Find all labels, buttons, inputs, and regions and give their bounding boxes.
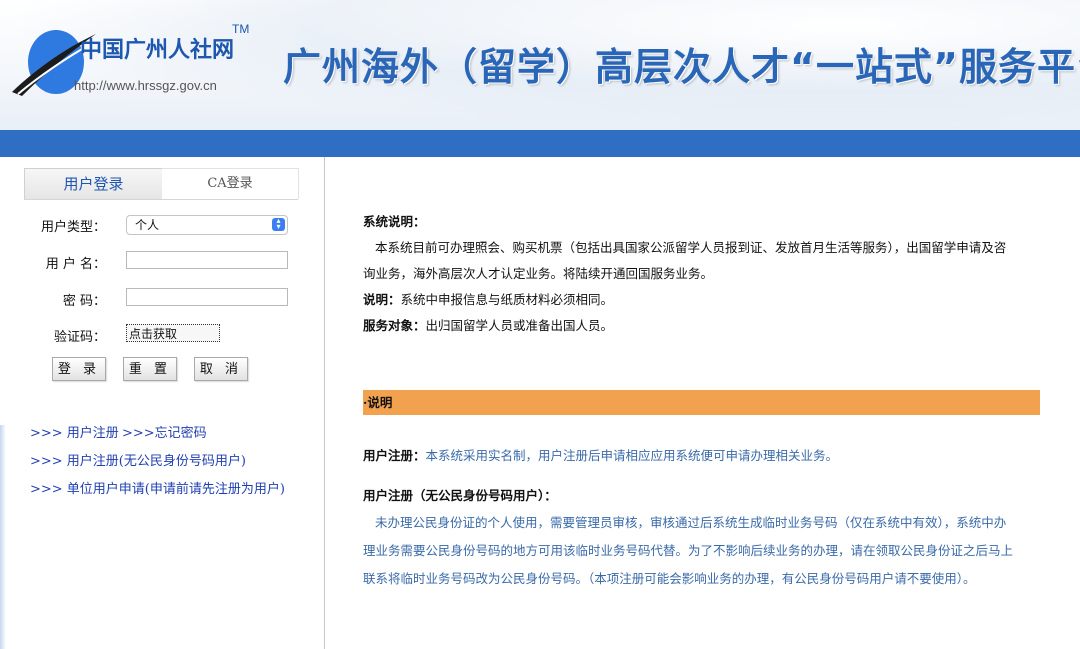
site-title: 广州海外（留学）高层次人才“一站式”服务平台 xyxy=(283,45,1080,89)
username-input[interactable] xyxy=(126,251,288,269)
section-bar: ·说明 xyxy=(363,390,1040,415)
register-note-text: 本系统采用实名制，用户注册后申请相应应用系统便可申请办理相关业务。 xyxy=(425,448,839,463)
cancel-button[interactable]: 取 消 xyxy=(194,357,248,381)
password-label: 密 码： xyxy=(62,294,106,309)
logo-url: http://www.hrssgz.gov.cn xyxy=(74,78,217,93)
target-label: 服务对象： xyxy=(363,318,426,333)
login-button[interactable]: 登 录 xyxy=(52,357,106,381)
logo-text: 中国广州人社网 xyxy=(80,38,235,63)
login-tabs: 用户登录 CA登录 xyxy=(24,168,299,200)
tab-user-login[interactable]: 用户登录 xyxy=(24,168,163,199)
system-description-line1: 本系统目前可办理照会、购买机票（包括出具国家公派留学人员报到证、发放首月生活等服… xyxy=(375,240,1007,255)
user-type-label: 用户类型： xyxy=(40,220,106,235)
note-text: 系统中申报信息与纸质材料必须相同。 xyxy=(400,292,614,307)
system-heading: 系统说明： xyxy=(363,214,426,229)
decorative-stripe xyxy=(0,425,6,649)
site-header: 中国广州人社网 TM http://www.hrssgz.gov.cn 广州海外… xyxy=(0,0,1080,130)
note-label: 说明： xyxy=(363,292,401,307)
unit-apply-link[interactable]: >>> 单位用户申请(申请前请先注册为用户) xyxy=(30,478,285,497)
nav-band xyxy=(0,130,1080,157)
user-type-select[interactable]: 个人 ▴ ▾ xyxy=(126,215,288,235)
tab-ca-login[interactable]: CA登录 xyxy=(162,168,299,199)
register-no-id-line2: 理业务需要公民身份号码的地方可用该临时业务号码代替。为了不影响后续业务的办理，请… xyxy=(363,543,1014,558)
forgot-password-link[interactable]: >>>忘记密码 xyxy=(122,422,207,441)
password-input[interactable] xyxy=(126,288,288,306)
note-line: 说明：系统中申报信息与纸质材料必须相同。 xyxy=(363,287,613,313)
target-line: 服务对象：出归国留学人员或准备出国人员。 xyxy=(363,313,613,339)
register-note-label: 用户注册： xyxy=(363,448,426,463)
register-no-id-line3: 联系将临时业务号码改为公民身份号码。（本项注册可能会影响业务的办理，有公民身份号… xyxy=(363,571,976,586)
register-no-id-heading: 用户注册（无公民身份号码用户）： xyxy=(363,488,557,503)
user-type-value: 个人 xyxy=(135,218,160,232)
trademark-mark: TM xyxy=(232,22,250,36)
target-text: 出归国留学人员或准备出国人员。 xyxy=(425,318,614,333)
register-no-id-line1: 未办理公民身份证的个人使用，需要管理员审核，审核通过后系统生成临时业务号码（仅在… xyxy=(375,515,1007,530)
register-note-line: 用户注册：本系统采用实名制，用户注册后申请相应应用系统便可申请办理相关业务。 xyxy=(363,443,838,469)
select-arrows-icon: ▴ ▾ xyxy=(272,217,285,231)
reset-button[interactable]: 重 置 xyxy=(123,357,177,381)
captcha-button[interactable]: 点击获取 xyxy=(126,324,220,342)
captcha-label: 验证码： xyxy=(53,330,106,345)
system-description-line2: 询业务，海外高层次人才认定业务。将陆续开通回国服务业务。 xyxy=(363,266,714,281)
username-label: 用 户 名： xyxy=(45,257,106,272)
register-link[interactable]: >>> 用户注册 xyxy=(30,422,119,441)
register-no-id-link[interactable]: >>> 用户注册(无公民身份号码用户) xyxy=(30,450,246,469)
